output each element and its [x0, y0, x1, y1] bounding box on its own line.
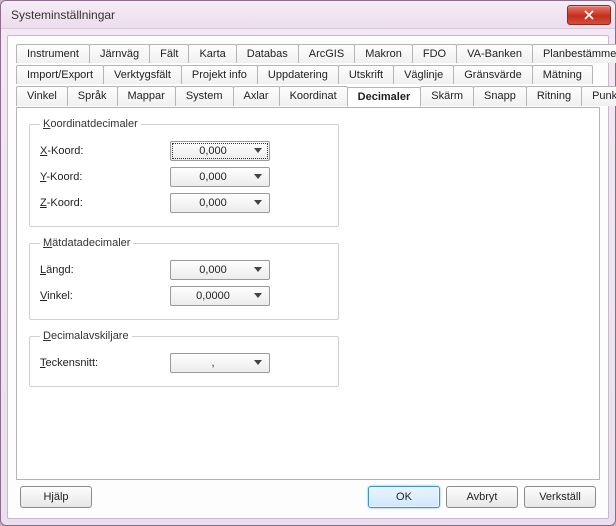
chevron-down-icon	[251, 293, 265, 299]
tab-uppdatering[interactable]: Uppdatering	[257, 65, 339, 84]
row-y-koord: Y-Koord: 0,000	[40, 164, 328, 190]
tab-axlar[interactable]: Axlar	[233, 86, 280, 106]
tab-utskrift[interactable]: Utskrift	[338, 65, 394, 84]
label-x-koord: X-Koord:	[40, 145, 170, 157]
footer: Hjälp OK Avbryt Verkställ	[16, 480, 600, 510]
tab-panel-decimaler: Koordinatdecimaler X-Koord: 0,000 Y-Koor…	[16, 107, 600, 480]
tab-vinkel[interactable]: Vinkel	[16, 86, 68, 106]
row-langd: Längd: 0,000	[40, 257, 328, 283]
label-y-koord: Y-Koord:	[40, 171, 170, 183]
combo-y-koord[interactable]: 0,000	[170, 167, 270, 187]
chevron-down-icon	[251, 200, 265, 206]
client-area: InstrumentJärnvägFältKartaDatabasArcGISM…	[7, 35, 609, 519]
tab-mappar[interactable]: Mappar	[117, 86, 176, 106]
label-vinkel: Vinkel:	[40, 290, 170, 302]
chevron-down-icon	[251, 148, 265, 154]
tab-koordinat[interactable]: Koordinat	[279, 86, 348, 106]
tab-instrument[interactable]: Instrument	[16, 44, 90, 63]
tab-makron[interactable]: Makron	[354, 44, 413, 63]
help-button[interactable]: Hjälp	[20, 486, 92, 508]
label-z-koord: Z-Koord:	[40, 197, 170, 209]
tab-system[interactable]: System	[175, 86, 234, 106]
tab-snapp[interactable]: Snapp	[473, 86, 527, 106]
label-langd: Längd:	[40, 264, 170, 276]
row-vinkel: Vinkel: 0,0000	[40, 283, 328, 309]
tab-databas[interactable]: Databas	[236, 44, 299, 63]
tab-gr-nsv-rde[interactable]: Gränsvärde	[453, 65, 532, 84]
group-legend: Decimalavskiljare	[40, 330, 132, 342]
group-matdatadecimaler: Mätdatadecimaler Längd: 0,000 Vinkel: 0,…	[29, 237, 339, 320]
titlebar: Systeminställningar	[1, 1, 615, 29]
tab-decimaler[interactable]: Decimaler	[347, 87, 422, 107]
tab-punktinfo[interactable]: Punktinfo	[581, 86, 616, 106]
window-title: Systeminställningar	[11, 8, 567, 22]
tab-j-rnv-g[interactable]: Järnväg	[89, 44, 150, 63]
chevron-down-icon	[251, 174, 265, 180]
group-legend: Mätdatadecimaler	[40, 237, 133, 249]
tab-projekt-info[interactable]: Projekt info	[181, 65, 258, 84]
combo-langd[interactable]: 0,000	[170, 260, 270, 280]
cancel-button[interactable]: Avbryt	[446, 486, 518, 508]
chevron-down-icon	[251, 360, 265, 366]
close-button[interactable]	[567, 5, 611, 25]
group-legend: Koordinatdecimaler	[40, 118, 141, 130]
tab-v-glinje[interactable]: Väglinje	[393, 65, 454, 84]
tab-verktygsf-lt[interactable]: Verktygsfält	[103, 65, 182, 84]
tab-strip: InstrumentJärnvägFältKartaDatabasArcGISM…	[16, 44, 600, 108]
chevron-down-icon	[251, 267, 265, 273]
tab-sk-rm[interactable]: Skärm	[420, 86, 474, 106]
tab-planbest-mmelser[interactable]: Planbestämmelser	[532, 44, 616, 63]
close-icon	[584, 10, 594, 20]
tab-arcgis[interactable]: ArcGIS	[298, 44, 355, 63]
label-teckensnitt: Teckensnitt:	[40, 357, 170, 369]
combo-vinkel[interactable]: 0,0000	[170, 286, 270, 306]
combo-x-koord[interactable]: 0,000	[170, 141, 270, 161]
row-teckensnitt: Teckensnitt: ,	[40, 350, 328, 376]
tab-import-export[interactable]: Import/Export	[16, 65, 104, 84]
tab-va-banken[interactable]: VA-Banken	[456, 44, 533, 63]
row-z-koord: Z-Koord: 0,000	[40, 190, 328, 216]
tab-m-tning[interactable]: Mätning	[532, 65, 593, 84]
group-decimalavskiljare: Decimalavskiljare Teckensnitt: ,	[29, 330, 339, 387]
tab-ritning[interactable]: Ritning	[526, 86, 582, 106]
ok-button[interactable]: OK	[368, 486, 440, 508]
tab-f-lt[interactable]: Fält	[149, 44, 189, 63]
combo-teckensnitt[interactable]: ,	[170, 353, 270, 373]
row-x-koord: X-Koord: 0,000	[40, 138, 328, 164]
combo-z-koord[interactable]: 0,000	[170, 193, 270, 213]
dialog-window: Systeminställningar InstrumentJärnvägFäl…	[0, 0, 616, 526]
tab-karta[interactable]: Karta	[188, 44, 236, 63]
tab-fdo[interactable]: FDO	[412, 44, 457, 63]
tab-spr-k[interactable]: Språk	[67, 86, 118, 106]
apply-button[interactable]: Verkställ	[524, 486, 596, 508]
group-koordinatdecimaler: Koordinatdecimaler X-Koord: 0,000 Y-Koor…	[29, 118, 339, 227]
